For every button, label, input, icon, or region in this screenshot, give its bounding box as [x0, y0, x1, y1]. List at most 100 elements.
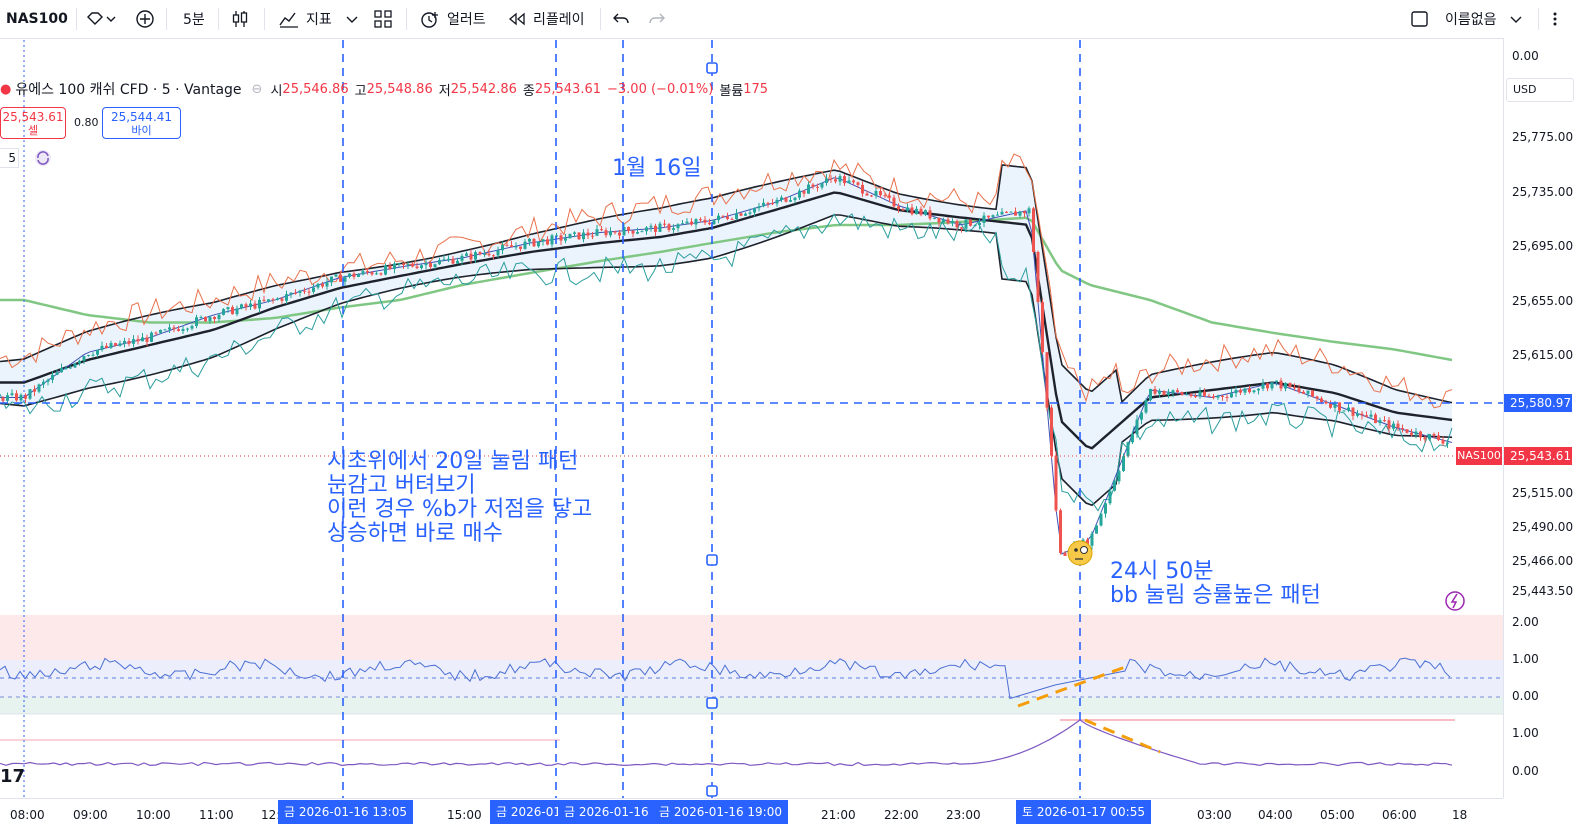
sell-price: 25,543.61: [2, 110, 64, 124]
candle: [1144, 398, 1148, 415]
lightning-icon[interactable]: [1445, 591, 1465, 611]
drawing-handle[interactable]: [706, 62, 718, 74]
symbol-search-button[interactable]: NAS100: [0, 0, 81, 38]
buy-button[interactable]: 25,544.41 바이: [102, 107, 181, 139]
chart-type-button[interactable]: [230, 0, 254, 38]
layout-dropdown-button[interactable]: [1510, 0, 1524, 38]
osc-label: 1.00: [1512, 726, 1539, 740]
time-label: 15:00: [447, 808, 482, 822]
candle: [1113, 479, 1116, 492]
interval-button[interactable]: 5분: [183, 0, 205, 38]
spread-value: 0.80: [74, 116, 99, 129]
plus-circle-icon: [136, 10, 154, 28]
undo-icon: [613, 13, 629, 24]
candle: [1288, 382, 1292, 388]
drawing-handle[interactable]: [706, 785, 718, 797]
face-emoji-icon[interactable]: [1067, 540, 1093, 566]
more-menu-button[interactable]: [1550, 0, 1570, 38]
candle: [73, 362, 77, 369]
layout-grid-button[interactable]: [374, 0, 396, 38]
refresh-icon[interactable]: [35, 150, 51, 166]
trend-annotation-down[interactable]: [1084, 718, 1161, 754]
candle: [577, 232, 581, 240]
crosshair-price-tag: 25,580.97: [1504, 394, 1572, 412]
price-axis[interactable]: [1503, 38, 1580, 798]
price-label: 0.00: [1512, 49, 1539, 63]
candle: [1095, 525, 1098, 534]
osc-overbought-zone: [0, 615, 1503, 660]
legend-title[interactable]: 유에스 100 캐쉬 CFD · 5 · Vantage: [15, 79, 241, 99]
chevron-down-icon: [346, 16, 358, 23]
time-label: 22:00: [884, 808, 919, 822]
indicators-collapse-button[interactable]: 5: [0, 148, 19, 168]
layout-name-button[interactable]: 이름없음: [1445, 0, 1497, 38]
candle: [1419, 430, 1422, 441]
annotation-line: 24시 50분: [1110, 559, 1214, 584]
candle: [1126, 441, 1130, 458]
time-badge: 토 2026-01-17 00:55: [1016, 800, 1151, 824]
candle: [1428, 433, 1431, 441]
candle: [1099, 511, 1103, 527]
replay-label: 리플레이: [533, 12, 585, 28]
symbol-options-button[interactable]: [86, 0, 120, 38]
select-checkbox[interactable]: [1410, 0, 1432, 38]
drawing-handle[interactable]: [706, 554, 718, 566]
low-value: 25,542.86: [450, 81, 517, 97]
osc-label: 0.00: [1512, 689, 1539, 703]
candle: [568, 233, 572, 239]
osc-label: 2.00: [1512, 615, 1539, 629]
time-label: 06:00: [1382, 808, 1417, 822]
candle: [784, 196, 788, 203]
price-label: 25,615.00: [1512, 348, 1574, 362]
time-annotation[interactable]: 24시 50분 bb 눌림 승률높은 패턴: [1110, 560, 1321, 608]
high-label: 고: [354, 83, 367, 99]
add-symbol-button[interactable]: [135, 0, 159, 38]
last-price-tag: 25,543.61: [1504, 447, 1572, 465]
alarm-clock-icon: [421, 12, 438, 28]
legend-dot-icon: ●: [0, 81, 12, 97]
pattern-annotation[interactable]: 시초위에서 20일 눌림 패턴 눈감고 버텨보기 이런 경우 %b가 저점을 닿…: [327, 450, 592, 546]
candle: [150, 331, 153, 343]
symbol-price-tag: NAS100: [1456, 447, 1502, 465]
toolbar-divider: [264, 8, 265, 30]
price-chart[interactable]: [0, 38, 1503, 798]
price-label: 25,443.50: [1512, 584, 1574, 598]
candle: [222, 308, 225, 316]
candle: [969, 219, 972, 227]
close-label: 종: [522, 83, 535, 99]
candle: [532, 237, 536, 247]
undo-button[interactable]: [612, 0, 632, 38]
change-value: −3.00 (−0.01%): [607, 81, 714, 97]
drawing-handle[interactable]: [706, 697, 718, 709]
price-label: 25,515.00: [1512, 486, 1574, 500]
bandwidth-line: [0, 719, 1453, 767]
grid-icon: [374, 10, 392, 28]
price-label: 25,655.00: [1512, 294, 1574, 308]
candle: [28, 389, 32, 401]
redo-button[interactable]: [648, 0, 668, 38]
price-label: 25,466.00: [1512, 554, 1574, 568]
toolbar-divider: [76, 8, 77, 30]
alerts-button[interactable]: 얼러트: [419, 0, 486, 38]
candle: [1059, 508, 1062, 555]
price-label: 25,735.00: [1512, 185, 1574, 199]
toolbar-divider: [1538, 8, 1539, 30]
close-value: 25,543.61: [534, 81, 602, 97]
toolbar-divider: [600, 8, 601, 30]
rewind-icon: [508, 12, 525, 26]
currency-button[interactable]: USD: [1506, 78, 1574, 102]
indicators-dropdown-button[interactable]: [346, 0, 362, 38]
time-badge: 금 2026-01-16: [558, 800, 655, 824]
candle: [1311, 389, 1314, 398]
candle: [1032, 206, 1035, 254]
replay-button[interactable]: 리플레이: [507, 0, 585, 38]
indicator-count: 5: [8, 151, 16, 165]
visibility-icon[interactable]: ⊖: [252, 82, 263, 97]
time-label: 08:00: [10, 808, 45, 822]
osc-label: 0.00: [1512, 764, 1539, 778]
candle: [1117, 468, 1121, 485]
sell-button[interactable]: 25,543.61 셀: [0, 107, 66, 139]
indicators-button[interactable]: 지표: [278, 0, 332, 38]
candle: [1050, 404, 1053, 459]
date-annotation[interactable]: 1월 16일: [612, 157, 701, 181]
